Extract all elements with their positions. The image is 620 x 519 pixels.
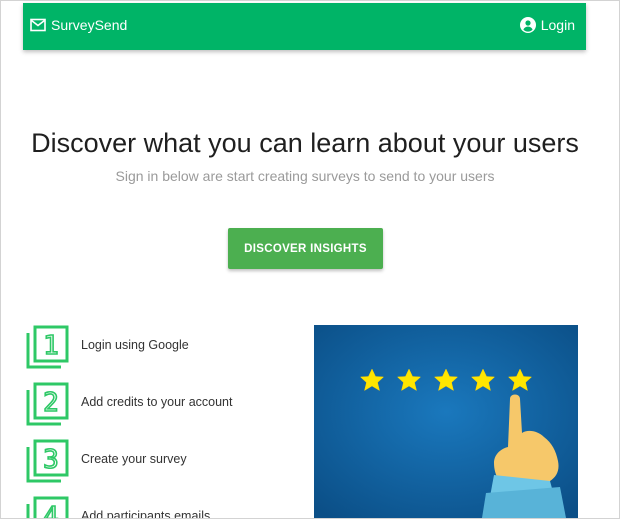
svg-text:4: 4 (43, 502, 59, 519)
step-label: Create your survey (81, 452, 187, 466)
step-1-icon: 1 (25, 325, 69, 369)
login-label: Login (540, 17, 575, 33)
navbar: SurveySend Login (23, 3, 586, 50)
svg-text:1: 1 (43, 331, 59, 361)
account-circle-icon (519, 17, 536, 33)
step-item: 4 Add participants emails (25, 496, 305, 519)
rating-illustration (314, 325, 578, 518)
hero-subtitle: Sign in below are start creating surveys… (115, 168, 495, 184)
step-3-icon: 3 (25, 439, 69, 483)
page-frame: SurveySend Login Discover what you can l… (0, 0, 620, 519)
step-label: Login using Google (81, 338, 189, 352)
brand-link[interactable]: SurveySend (30, 17, 127, 33)
step-4-icon: 4 (25, 496, 69, 519)
step-label: Add participants emails (81, 509, 211, 519)
svg-text:2: 2 (43, 388, 59, 418)
step-item: 1 Login using Google (25, 325, 305, 369)
mail-icon (30, 18, 46, 32)
discover-insights-button[interactable]: DISCOVER INSIGHTS (228, 228, 383, 269)
step-item: 2 Add credits to your account (25, 382, 305, 426)
step-item: 3 Create your survey (25, 439, 305, 483)
brand-name: SurveySend (51, 17, 128, 33)
step-label: Add credits to your account (81, 395, 233, 409)
svg-text:3: 3 (43, 445, 59, 475)
step-2-icon: 2 (25, 382, 69, 426)
login-button[interactable]: Login (519, 17, 575, 33)
hero-title: Discover what you can learn about your u… (31, 128, 579, 158)
